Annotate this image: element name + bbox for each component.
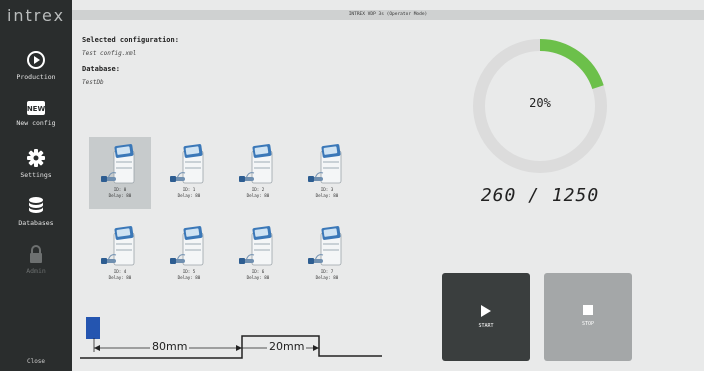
printer-icon [238, 225, 273, 266]
conveyor-line [80, 335, 382, 359]
printer-icon [307, 225, 342, 266]
printer-delay: Delay: 80 [108, 275, 132, 280]
play-circle-icon [27, 51, 45, 69]
printer-delay: Delay: 80 [177, 193, 201, 198]
stop-label: STOP [581, 321, 595, 327]
distance-label-1: 80mm [150, 340, 190, 353]
printer-icon [169, 225, 204, 266]
printer-icon [238, 143, 273, 184]
new-badge-icon: NEW [27, 101, 46, 115]
sidebar-item-label: Settings [20, 171, 52, 179]
printer-tile-4[interactable]: ID: 4 Delay: 80 [89, 219, 151, 291]
printer-tile-2[interactable]: ID: 2 Delay: 80 [227, 137, 289, 209]
sidebar-item-databases[interactable]: Databases [0, 196, 72, 227]
sidebar: intrex Production NEW New config Setting… [0, 0, 72, 371]
printer-tile-7[interactable]: ID: 7 Delay: 80 [296, 219, 358, 291]
printer-tile-1[interactable]: ID: 1 Delay: 80 [158, 137, 220, 209]
sidebar-item-label: Production [16, 73, 56, 81]
selected-config-heading: Selected configuration: [82, 36, 179, 44]
database-value: TestDb [82, 79, 104, 86]
printer-icon [100, 225, 135, 266]
printer-icon [169, 143, 204, 184]
progress-percent: 20% [529, 96, 551, 110]
printer-delay: Delay: 80 [108, 193, 132, 198]
progress-count: 260 / 1250 [480, 185, 600, 206]
printer-delay: Delay: 80 [315, 193, 339, 198]
window-title-bar: INTREX VDP 3s (Operator Mode) [72, 10, 704, 20]
printer-delay: Delay: 80 [246, 275, 270, 280]
lock-icon [30, 245, 42, 263]
printer-tile-5[interactable]: ID: 5 Delay: 80 [158, 219, 220, 291]
sidebar-item-admin: Admin [0, 244, 72, 275]
printer-icon [100, 143, 135, 184]
sidebar-item-label: New config [16, 119, 56, 127]
progress-ring-fill [539, 39, 604, 90]
start-button[interactable]: START [442, 273, 530, 361]
printer-delay: Delay: 80 [177, 275, 201, 280]
distance-label-2: 20mm [267, 340, 307, 353]
printer-icon [307, 143, 342, 184]
printer-delay: Delay: 80 [246, 193, 270, 198]
gear-icon [27, 149, 45, 167]
stop-button[interactable]: STOP [544, 273, 632, 361]
stop-icon [583, 305, 593, 315]
sidebar-item-settings[interactable]: Settings [0, 148, 72, 179]
sidebar-item-label: Admin [26, 267, 46, 275]
close-button[interactable]: Close [0, 358, 72, 365]
database-heading: Database: [82, 65, 120, 73]
database-icon [29, 197, 43, 213]
printer-tile-6[interactable]: ID: 6 Delay: 80 [227, 219, 289, 291]
sidebar-item-new-config[interactable]: NEW New config [0, 100, 72, 127]
distance-diagram [80, 317, 382, 359]
printer-tile-3[interactable]: ID: 3 Delay: 80 [296, 137, 358, 209]
start-label: START [478, 323, 494, 329]
play-icon [481, 305, 491, 317]
app-logo: intrex [6, 6, 66, 25]
printer-tile-0[interactable]: ID: 0 Delay: 80 [89, 137, 151, 209]
sidebar-item-production[interactable]: Production [0, 50, 72, 81]
printer-delay: Delay: 80 [315, 275, 339, 280]
product-marker [86, 317, 100, 339]
sidebar-item-label: Databases [18, 219, 54, 227]
selected-config-value: Test config.xml [82, 50, 137, 57]
svg-text:NEW: NEW [27, 105, 46, 113]
